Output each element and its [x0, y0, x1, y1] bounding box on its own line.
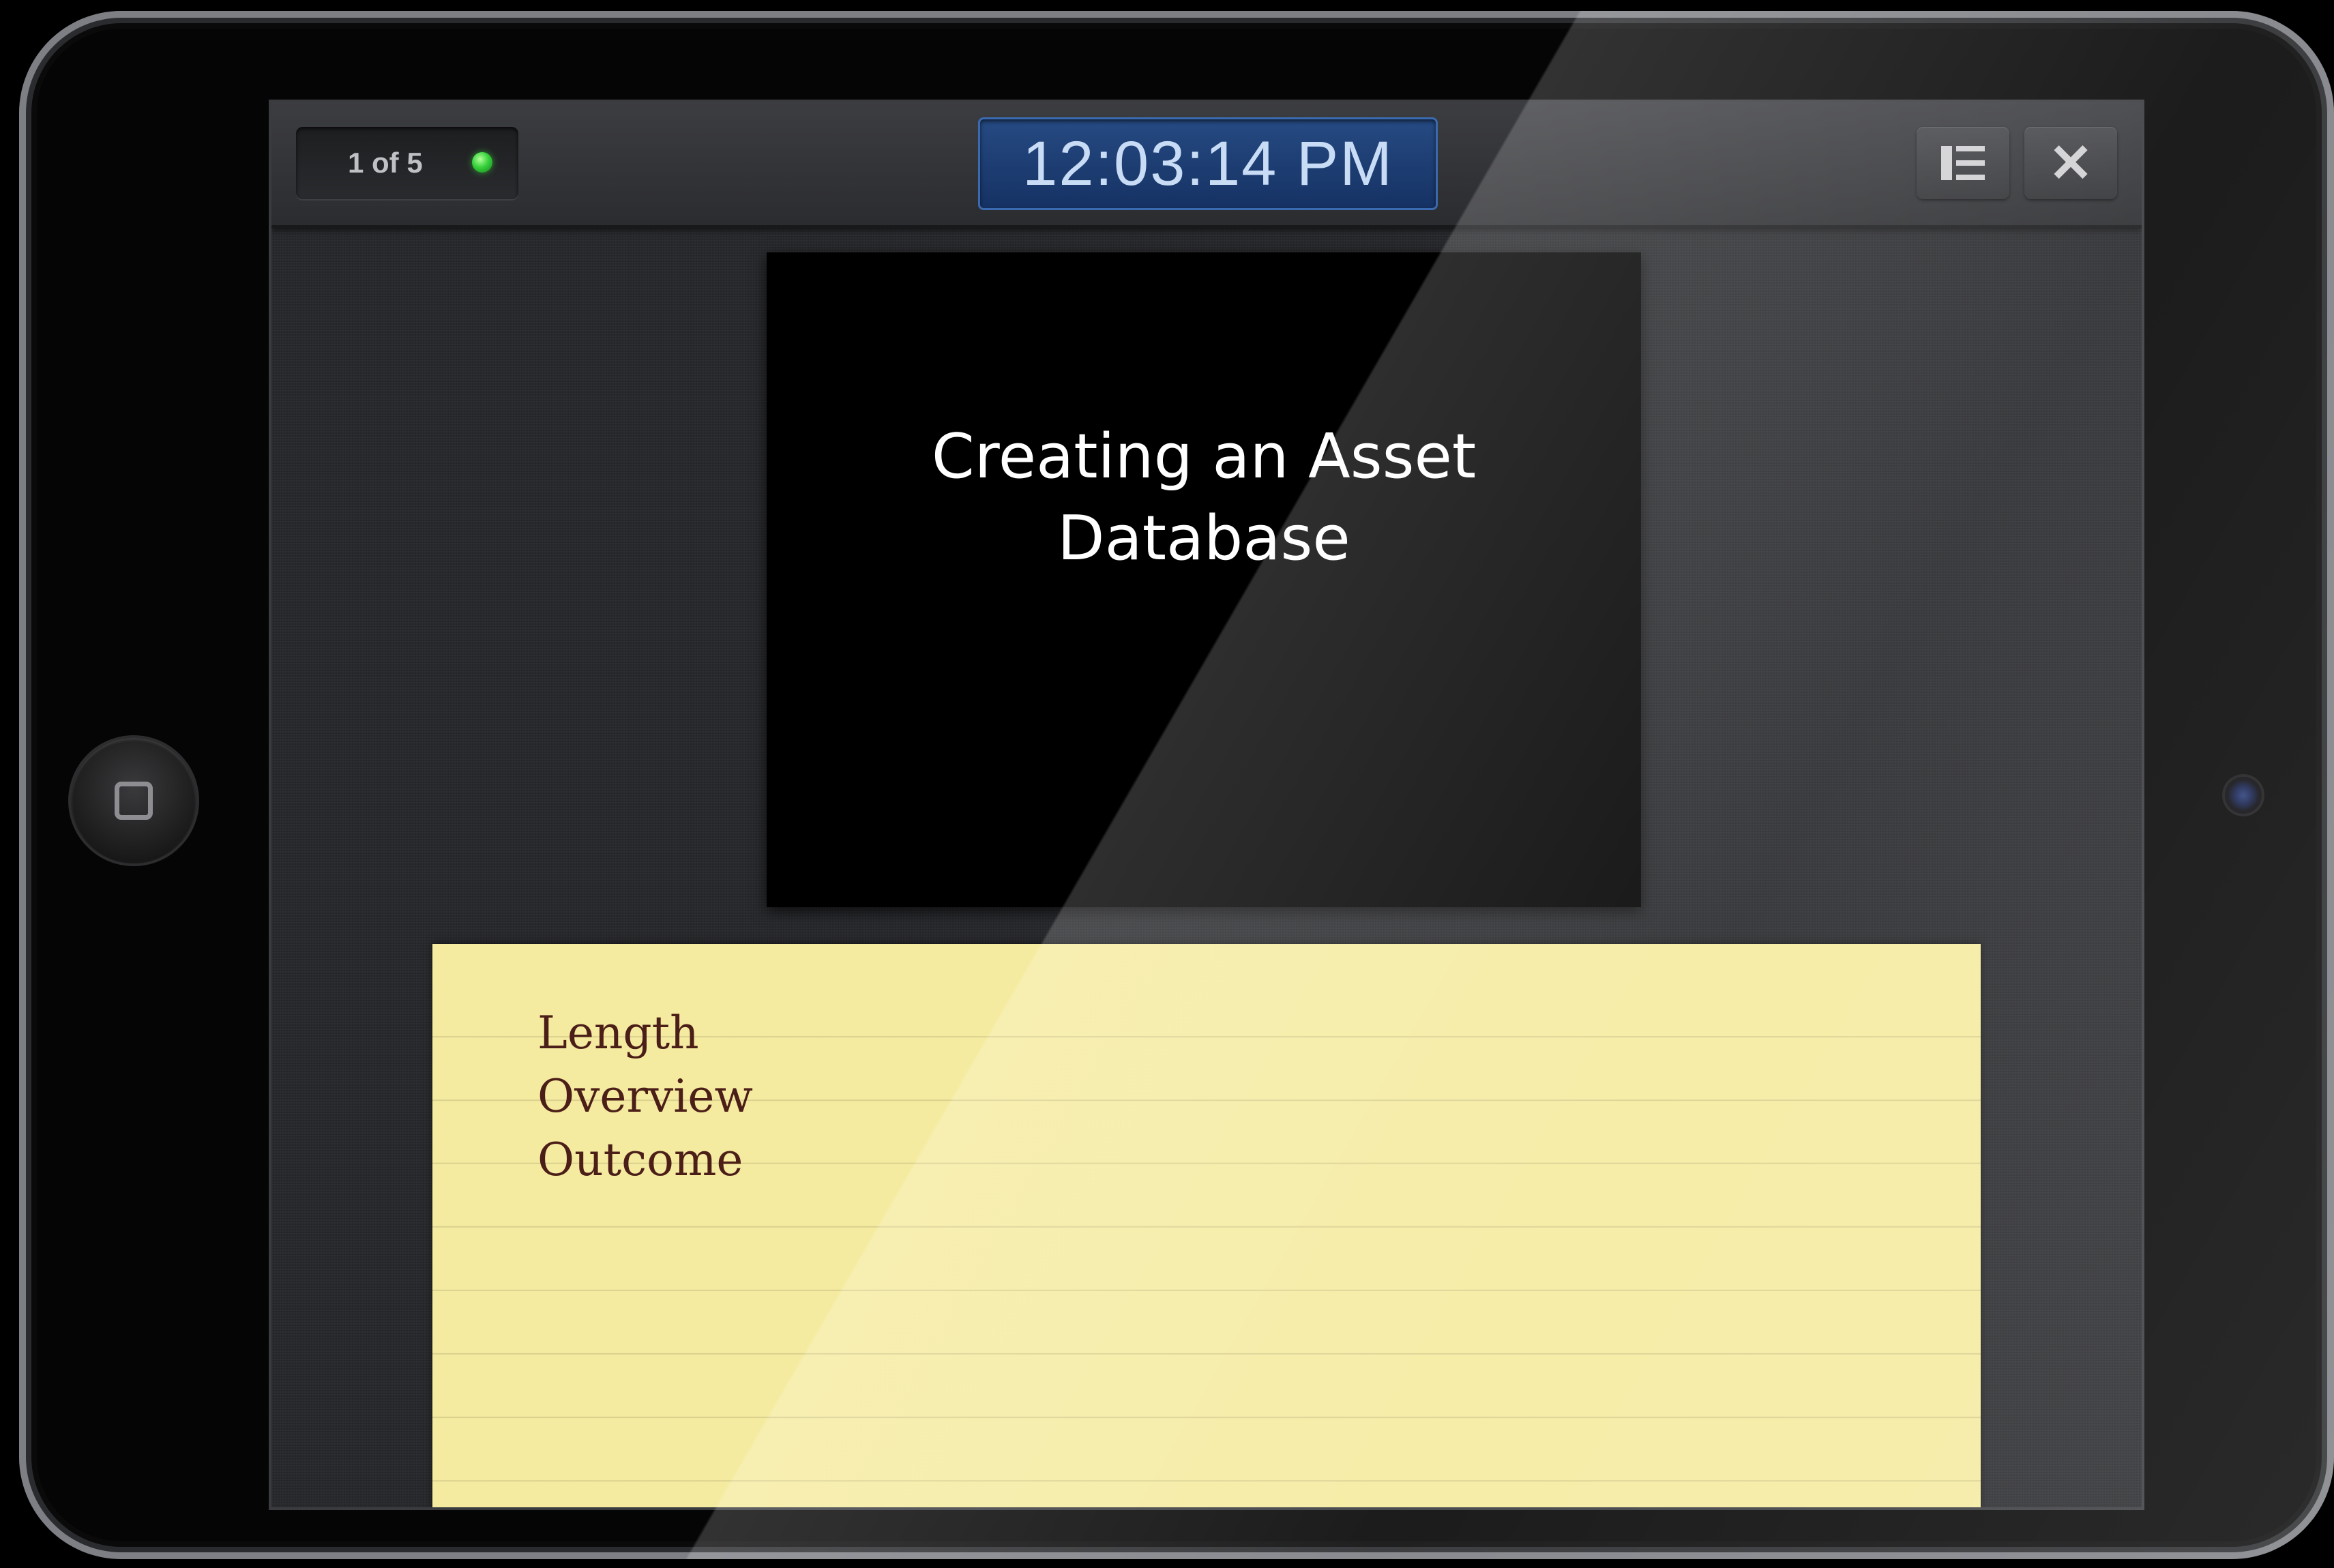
layout-icon	[1941, 146, 1985, 180]
home-button[interactable]	[71, 738, 196, 863]
slide-title-line-1: Creating an Asset	[931, 421, 1477, 492]
camera-icon	[2225, 777, 2262, 814]
slide-counter[interactable]: 1 of 5	[296, 127, 518, 199]
home-square-icon	[115, 782, 153, 820]
slide-title: Creating an Asset Database	[767, 416, 1641, 580]
layout-button[interactable]	[1917, 127, 2009, 199]
slide-title-line-2: Database	[1057, 503, 1350, 574]
ipad-frame: 1 of 5 12:03:14 PM ✕ Creating an Asset D…	[19, 11, 2334, 1559]
current-slide[interactable]: Creating an Asset Database	[767, 252, 1641, 907]
status-light-icon	[472, 152, 492, 173]
presenter-toolbar: 1 of 5 12:03:14 PM ✕	[271, 102, 2142, 228]
note-line: Length	[537, 1007, 699, 1059]
clock-display: 12:03:14 PM	[978, 117, 1438, 210]
presenter-screen: 1 of 5 12:03:14 PM ✕ Creating an Asset D…	[269, 100, 2144, 1510]
note-line: Overview	[537, 1070, 753, 1123]
close-button[interactable]: ✕	[2024, 127, 2117, 199]
note-line: Outcome	[537, 1134, 743, 1186]
close-icon: ✕	[2048, 133, 2093, 193]
presenter-notes[interactable]: Length Overview Outcome	[432, 944, 1981, 1507]
slide-counter-label: 1 of 5	[348, 147, 423, 179]
